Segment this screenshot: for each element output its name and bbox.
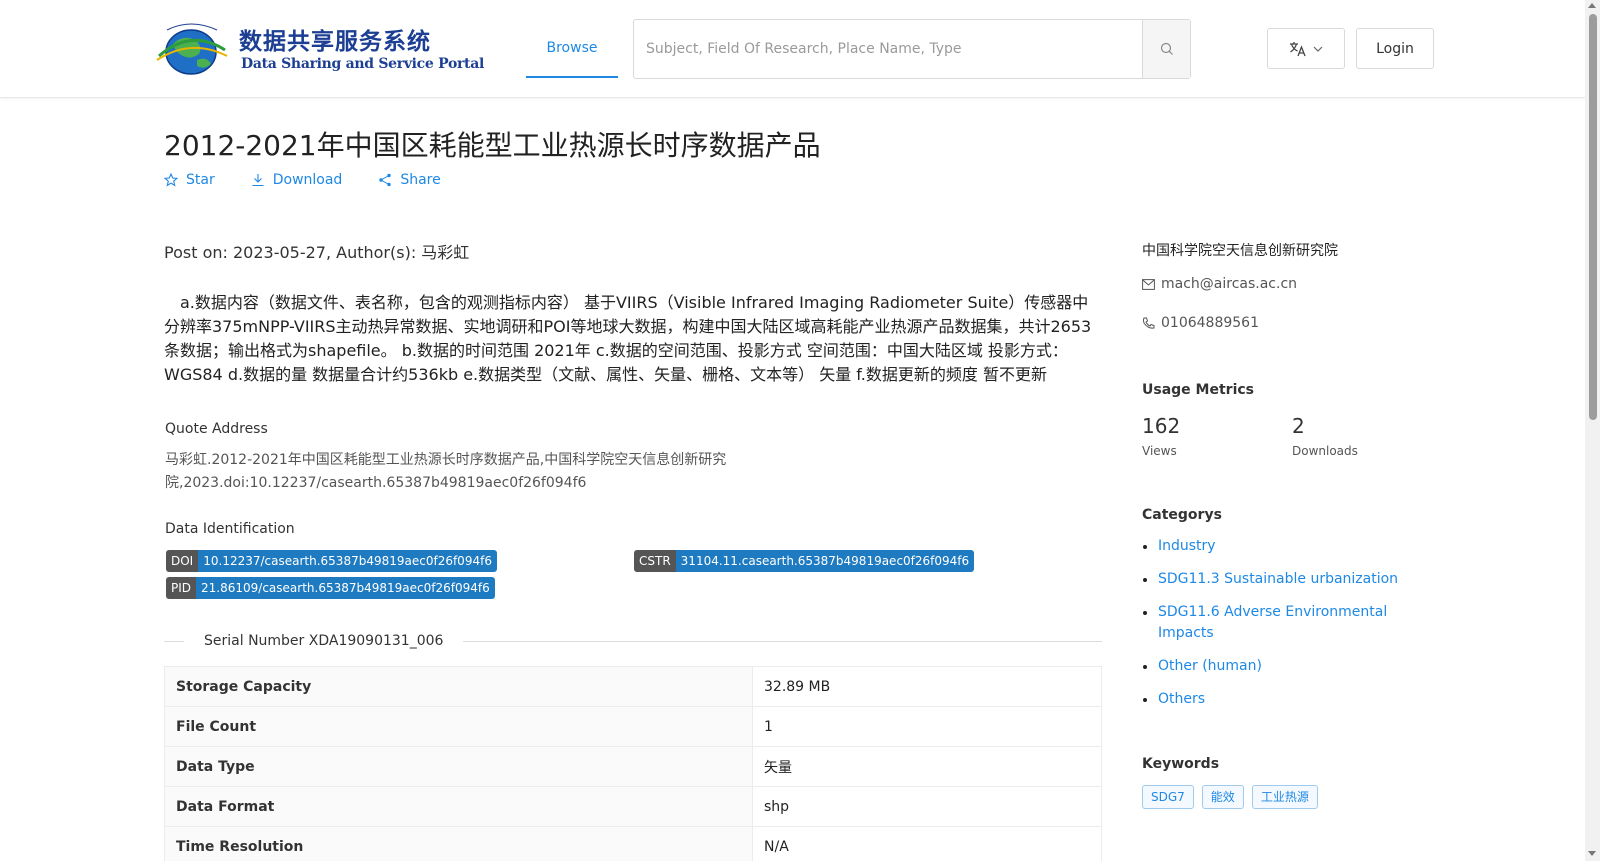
info-key: Data Format bbox=[164, 786, 753, 827]
views-count: 162 bbox=[1142, 414, 1181, 438]
quote-address-label: Quote Address bbox=[165, 421, 268, 437]
info-key: File Count bbox=[164, 706, 753, 747]
page-scrollbar[interactable] bbox=[1585, 0, 1600, 861]
pid-badge-value: 21.86109/casearth.65387b49819aec0f26f094… bbox=[196, 577, 495, 599]
info-value: shp bbox=[752, 786, 1102, 827]
info-value: 矢量 bbox=[752, 746, 1102, 787]
dataset-actions: Star Download Share bbox=[164, 172, 441, 188]
keyword-tag[interactable]: 能效 bbox=[1201, 785, 1244, 809]
scroll-up-arrow-icon[interactable] bbox=[1588, 3, 1596, 8]
keyword-tag[interactable]: SDG7 bbox=[1142, 785, 1194, 809]
star-label: Star bbox=[186, 172, 215, 188]
search-input[interactable] bbox=[634, 20, 1142, 78]
top-header: 数据共享服务系统 Data Sharing and Service Portal… bbox=[0, 0, 1585, 98]
cstr-badge-key: CSTR bbox=[634, 550, 676, 572]
contact-email[interactable]: mach@aircas.ac.cn bbox=[1142, 276, 1297, 292]
download-label: Download bbox=[272, 172, 343, 188]
pid-badge-key: PID bbox=[166, 577, 197, 599]
share-icon bbox=[379, 173, 392, 187]
search-button[interactable] bbox=[1142, 20, 1190, 78]
serial-number: Serial Number XDA19090131_006 bbox=[204, 633, 444, 649]
mail-icon bbox=[1142, 278, 1155, 290]
chevron-down-icon bbox=[1313, 46, 1323, 52]
dataset-description: a.数据内容（数据文件、表名称，包含的观测指标内容） 基于VIIRS（Visib… bbox=[164, 293, 1092, 384]
phone-icon bbox=[1143, 317, 1155, 329]
usage-metrics-heading: Usage Metrics bbox=[1142, 382, 1254, 398]
quote-address-text: 马彩虹.2012-2021年中国区耗能型工业热源长时序数据产品,中国科学院空天信… bbox=[165, 452, 727, 491]
info-key: Data Type bbox=[164, 746, 753, 787]
category-item[interactable]: SDG11.6 Adverse Environmental Impacts bbox=[1142, 602, 1432, 644]
language-switch-button[interactable] bbox=[1267, 28, 1345, 69]
dataset-title: 2012-2021年中国区耗能型工业热源长时序数据产品 bbox=[164, 129, 821, 162]
divider-line bbox=[164, 640, 184, 642]
contact-phone: 01064889561 bbox=[1142, 315, 1259, 331]
post-meta: Post on: 2023-05-27, Author(s): 马彩虹 bbox=[164, 243, 470, 262]
doi-badge[interactable]: DOI 10.12237/casearth.65387b49819aec0f26… bbox=[166, 550, 497, 572]
doi-badge-value: 10.12237/casearth.65387b49819aec0f26f094… bbox=[198, 550, 497, 572]
doi-badge-key: DOI bbox=[166, 550, 199, 572]
cstr-badge[interactable]: CSTR 31104.11.casearth.65387b49819aec0f2… bbox=[634, 550, 975, 572]
table-row: Data Type 矢量 bbox=[164, 746, 1102, 787]
dataset-info-table: Storage Capacity 32.89 MB File Count 1 D… bbox=[164, 666, 1102, 861]
category-item[interactable]: Other (human) bbox=[1142, 656, 1432, 677]
info-value: 1 bbox=[752, 706, 1102, 747]
translate-icon bbox=[1290, 41, 1306, 56]
cstr-badge-value: 31104.11.casearth.65387b49819aec0f26f094… bbox=[675, 550, 975, 572]
keyword-tag[interactable]: 工业热源 bbox=[1251, 785, 1318, 809]
info-key: Storage Capacity bbox=[164, 666, 753, 707]
search-icon bbox=[1160, 42, 1173, 55]
email-text: mach@aircas.ac.cn bbox=[1161, 276, 1298, 292]
pid-badge[interactable]: PID 21.86109/casearth.65387b49819aec0f26… bbox=[166, 577, 495, 599]
data-identification-label: Data Identification bbox=[165, 521, 295, 537]
download-icon bbox=[252, 174, 264, 187]
category-item[interactable]: SDG11.3 Sustainable urbanization bbox=[1142, 569, 1432, 590]
search-bar bbox=[633, 19, 1191, 79]
star-icon bbox=[164, 173, 178, 187]
category-item[interactable]: Industry bbox=[1142, 536, 1432, 557]
table-row: Time Resolution N/A bbox=[164, 826, 1102, 861]
logo-title-cn: 数据共享服务系统 bbox=[239, 28, 431, 55]
globe-logo-icon bbox=[156, 23, 228, 75]
views-label: Views bbox=[1142, 444, 1177, 458]
portal-logo[interactable]: 数据共享服务系统 Data Sharing and Service Portal bbox=[153, 20, 484, 80]
info-key: Time Resolution bbox=[164, 826, 753, 861]
categories-heading: Categorys bbox=[1142, 507, 1222, 523]
scroll-down-arrow-icon[interactable] bbox=[1588, 851, 1596, 856]
category-list: Industry SDG11.3 Sustainable urbanizatio… bbox=[1142, 536, 1432, 722]
share-button[interactable]: Share bbox=[378, 172, 441, 188]
nav-browse-tab[interactable]: Browse bbox=[526, 18, 618, 78]
downloads-label: Downloads bbox=[1292, 444, 1358, 458]
organization-name: 中国科学院空天信息创新研究院 bbox=[1142, 243, 1338, 259]
download-button[interactable]: Download bbox=[251, 172, 343, 188]
info-value: 32.89 MB bbox=[752, 666, 1102, 707]
table-row: Data Format shp bbox=[164, 786, 1102, 827]
phone-text: 01064889561 bbox=[1161, 315, 1259, 331]
serial-number-divider: Serial Number XDA19090131_006 bbox=[164, 632, 1102, 650]
downloads-count: 2 bbox=[1292, 414, 1305, 438]
logo-title-en: Data Sharing and Service Portal bbox=[241, 56, 485, 72]
keyword-list: SDG7 能效 工业热源 bbox=[1142, 785, 1318, 809]
scroll-thumb[interactable] bbox=[1589, 14, 1597, 420]
divider-line bbox=[463, 640, 1102, 642]
table-row: Storage Capacity 32.89 MB bbox=[164, 666, 1102, 707]
login-button[interactable]: Login bbox=[1356, 28, 1434, 69]
info-value: N/A bbox=[752, 826, 1102, 861]
category-item[interactable]: Others bbox=[1142, 689, 1432, 710]
share-label: Share bbox=[400, 172, 441, 188]
table-row: File Count 1 bbox=[164, 706, 1102, 747]
star-button[interactable]: Star bbox=[164, 172, 215, 188]
keywords-heading: Keywords bbox=[1142, 756, 1220, 772]
